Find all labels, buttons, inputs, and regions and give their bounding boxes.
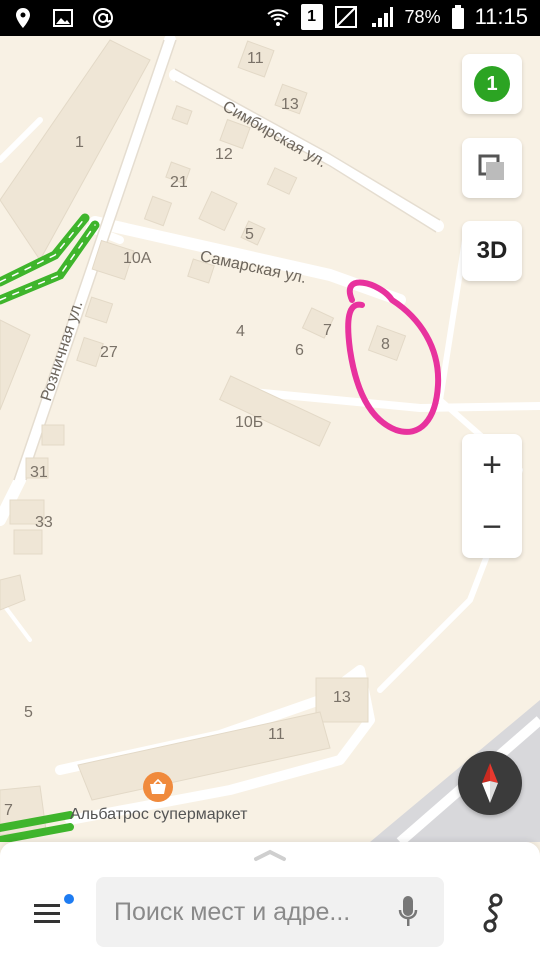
traffic-level-badge: 1 [474, 66, 510, 102]
gallery-icon [53, 9, 73, 27]
house-number: 13 [281, 96, 299, 113]
house-number: 4 [236, 323, 245, 340]
battery-icon [451, 5, 464, 29]
zoom-out-button[interactable]: − [462, 496, 522, 558]
house-number: 1 [75, 134, 84, 151]
house-number: 5 [245, 226, 254, 243]
house-number: 33 [35, 514, 53, 531]
search-input[interactable]: Поиск мест и адре... [96, 877, 444, 947]
map-base [0, 36, 540, 842]
menu-icon[interactable] [32, 900, 68, 928]
status-bar: 1 78% 11:15 [0, 0, 540, 36]
clock: 11:15 [474, 4, 528, 29]
house-number: 11 [268, 726, 285, 743]
signal-empty-icon [334, 6, 357, 28]
zoom-in-button[interactable]: + [462, 434, 522, 496]
route-icon[interactable] [474, 892, 512, 934]
house-number: 12 [215, 146, 233, 163]
map-view[interactable]: 11 13 1 12 21 5 10А 4 7 6 8 27 10Б 31 33… [0, 36, 540, 842]
battery-percent: 78% [404, 6, 441, 27]
compass-icon[interactable] [458, 751, 522, 815]
shopping-basket-icon[interactable] [143, 772, 173, 802]
view-3d-button[interactable]: 3D [462, 221, 522, 281]
house-number: 10А [123, 250, 152, 267]
house-number: 8 [381, 336, 390, 353]
at-sign-icon [93, 8, 113, 28]
location-icon [16, 8, 30, 28]
microphone-icon[interactable] [398, 895, 418, 929]
house-number: 6 [295, 342, 304, 359]
wifi-icon [266, 9, 289, 26]
house-number: 13 [333, 689, 351, 706]
house-number: 10Б [235, 414, 264, 431]
house-number: 7 [4, 802, 13, 819]
house-number: 5 [24, 704, 33, 721]
house-number: 7 [323, 322, 332, 339]
traffic-button[interactable]: 1 [462, 54, 522, 114]
bottom-panel: Поиск мест и адре... [0, 842, 540, 960]
house-number: 11 [247, 50, 264, 67]
signal-strength-icon [371, 7, 393, 27]
zoom-controls: + − [462, 434, 522, 558]
poi-label[interactable]: Альбатрос супермаркет [70, 806, 247, 824]
sim-slot-indicator: 1 [300, 4, 323, 30]
chevron-up-icon[interactable] [253, 848, 287, 862]
house-number: 27 [100, 344, 118, 361]
house-number: 31 [30, 464, 48, 481]
layers-button[interactable] [462, 138, 522, 198]
search-placeholder: Поиск мест и адре... [114, 898, 351, 926]
notification-dot [64, 894, 74, 904]
house-number: 21 [170, 174, 188, 191]
layers-icon [478, 154, 504, 180]
